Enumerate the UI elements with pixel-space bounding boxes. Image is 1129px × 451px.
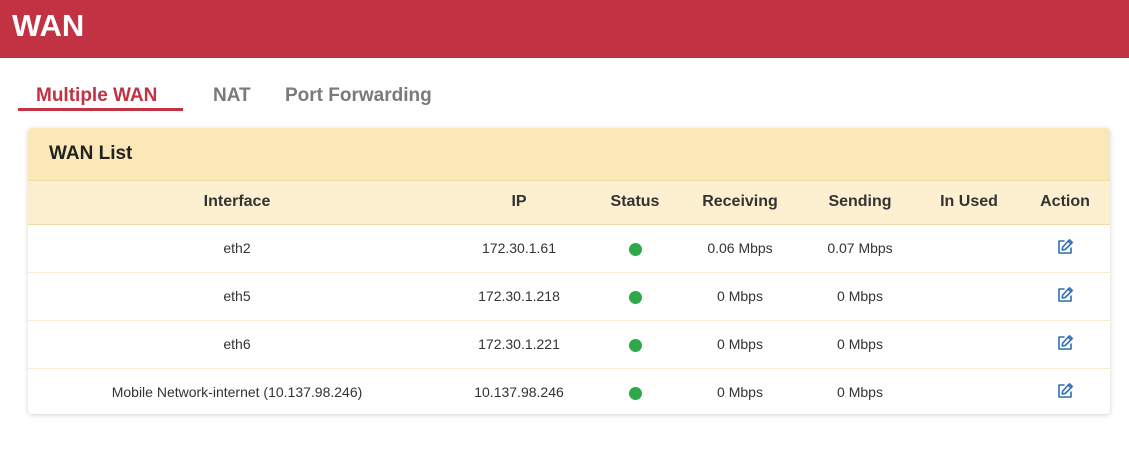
in-used-cell xyxy=(918,319,1020,368)
interface-cell: Mobile Network-internet (10.137.98.246) xyxy=(28,367,446,414)
action-cell xyxy=(1020,367,1110,414)
tab-nat[interactable]: NAT xyxy=(213,84,251,108)
ip-cell: 172.30.1.218 xyxy=(446,271,592,320)
in-used-cell xyxy=(918,367,1020,414)
wan-list-card: WAN List Interface IP Status Receiving S… xyxy=(28,128,1110,414)
receiving-cell: 0.06 Mbps xyxy=(707,240,773,256)
edit-icon[interactable] xyxy=(1056,382,1074,403)
page-header: WAN xyxy=(0,0,1129,58)
interface-cell: eth6 xyxy=(28,319,446,368)
sending-cell: 0 Mbps xyxy=(802,319,918,368)
status-cell xyxy=(592,271,678,320)
table-row: eth2 172.30.1.61 0.06 Mbps 0.07 Mbps xyxy=(28,224,1110,272)
wan-list-title: WAN List xyxy=(28,128,1110,181)
column-header-status: Status xyxy=(592,181,678,225)
column-header-receiving: Receiving xyxy=(678,181,802,225)
table-row: eth6 172.30.1.221 0 Mbps 0 Mbps xyxy=(28,319,1110,368)
interface-cell: eth2 xyxy=(223,240,251,256)
table-row: eth5 172.30.1.218 0 Mbps 0 Mbps xyxy=(28,271,1110,320)
receiving-cell: 0 Mbps xyxy=(678,319,802,368)
table-row: Mobile Network-internet (10.137.98.246) … xyxy=(28,367,1110,414)
wan-table: Interface IP Status Receiving Sending In… xyxy=(28,181,1110,414)
ip-cell: 10.137.98.246 xyxy=(446,367,592,414)
interface-cell: eth5 xyxy=(28,271,446,320)
status-up-icon xyxy=(628,338,642,352)
sending-cell: 0 Mbps xyxy=(802,367,918,414)
status-up-icon xyxy=(628,387,642,401)
status-up-icon xyxy=(628,242,642,256)
edit-icon[interactable] xyxy=(1056,238,1074,259)
receiving-cell: 0 Mbps xyxy=(678,367,802,414)
in-used-cell xyxy=(918,271,1020,320)
action-cell xyxy=(1020,224,1110,272)
status-up-icon xyxy=(628,290,642,304)
ip-cell: 172.30.1.221 xyxy=(446,319,592,368)
column-header-action: Action xyxy=(1020,181,1110,225)
column-header-sending: Sending xyxy=(802,181,918,225)
column-header-ip: IP xyxy=(446,181,592,225)
sending-cell: 0.07 Mbps xyxy=(827,240,893,256)
edit-icon[interactable] xyxy=(1056,334,1074,355)
status-cell xyxy=(592,319,678,368)
receiving-cell: 0 Mbps xyxy=(678,271,802,320)
ip-cell: 172.30.1.61 xyxy=(482,240,556,256)
in-used-cell xyxy=(918,224,1020,272)
status-cell xyxy=(592,224,678,272)
status-cell xyxy=(592,367,678,414)
tab-multiple-wan[interactable]: Multiple WAN xyxy=(36,84,157,108)
tab-port-forwarding[interactable]: Port Forwarding xyxy=(285,84,432,108)
sending-cell: 0 Mbps xyxy=(802,271,918,320)
active-tab-indicator xyxy=(18,108,183,111)
edit-icon[interactable] xyxy=(1056,286,1074,307)
action-cell xyxy=(1020,271,1110,320)
page-title: WAN xyxy=(12,8,85,43)
action-cell xyxy=(1020,319,1110,368)
column-header-interface: Interface xyxy=(28,181,446,225)
column-header-in-used: In Used xyxy=(918,181,1020,225)
table-header-row: Interface IP Status Receiving Sending In… xyxy=(28,181,1110,225)
